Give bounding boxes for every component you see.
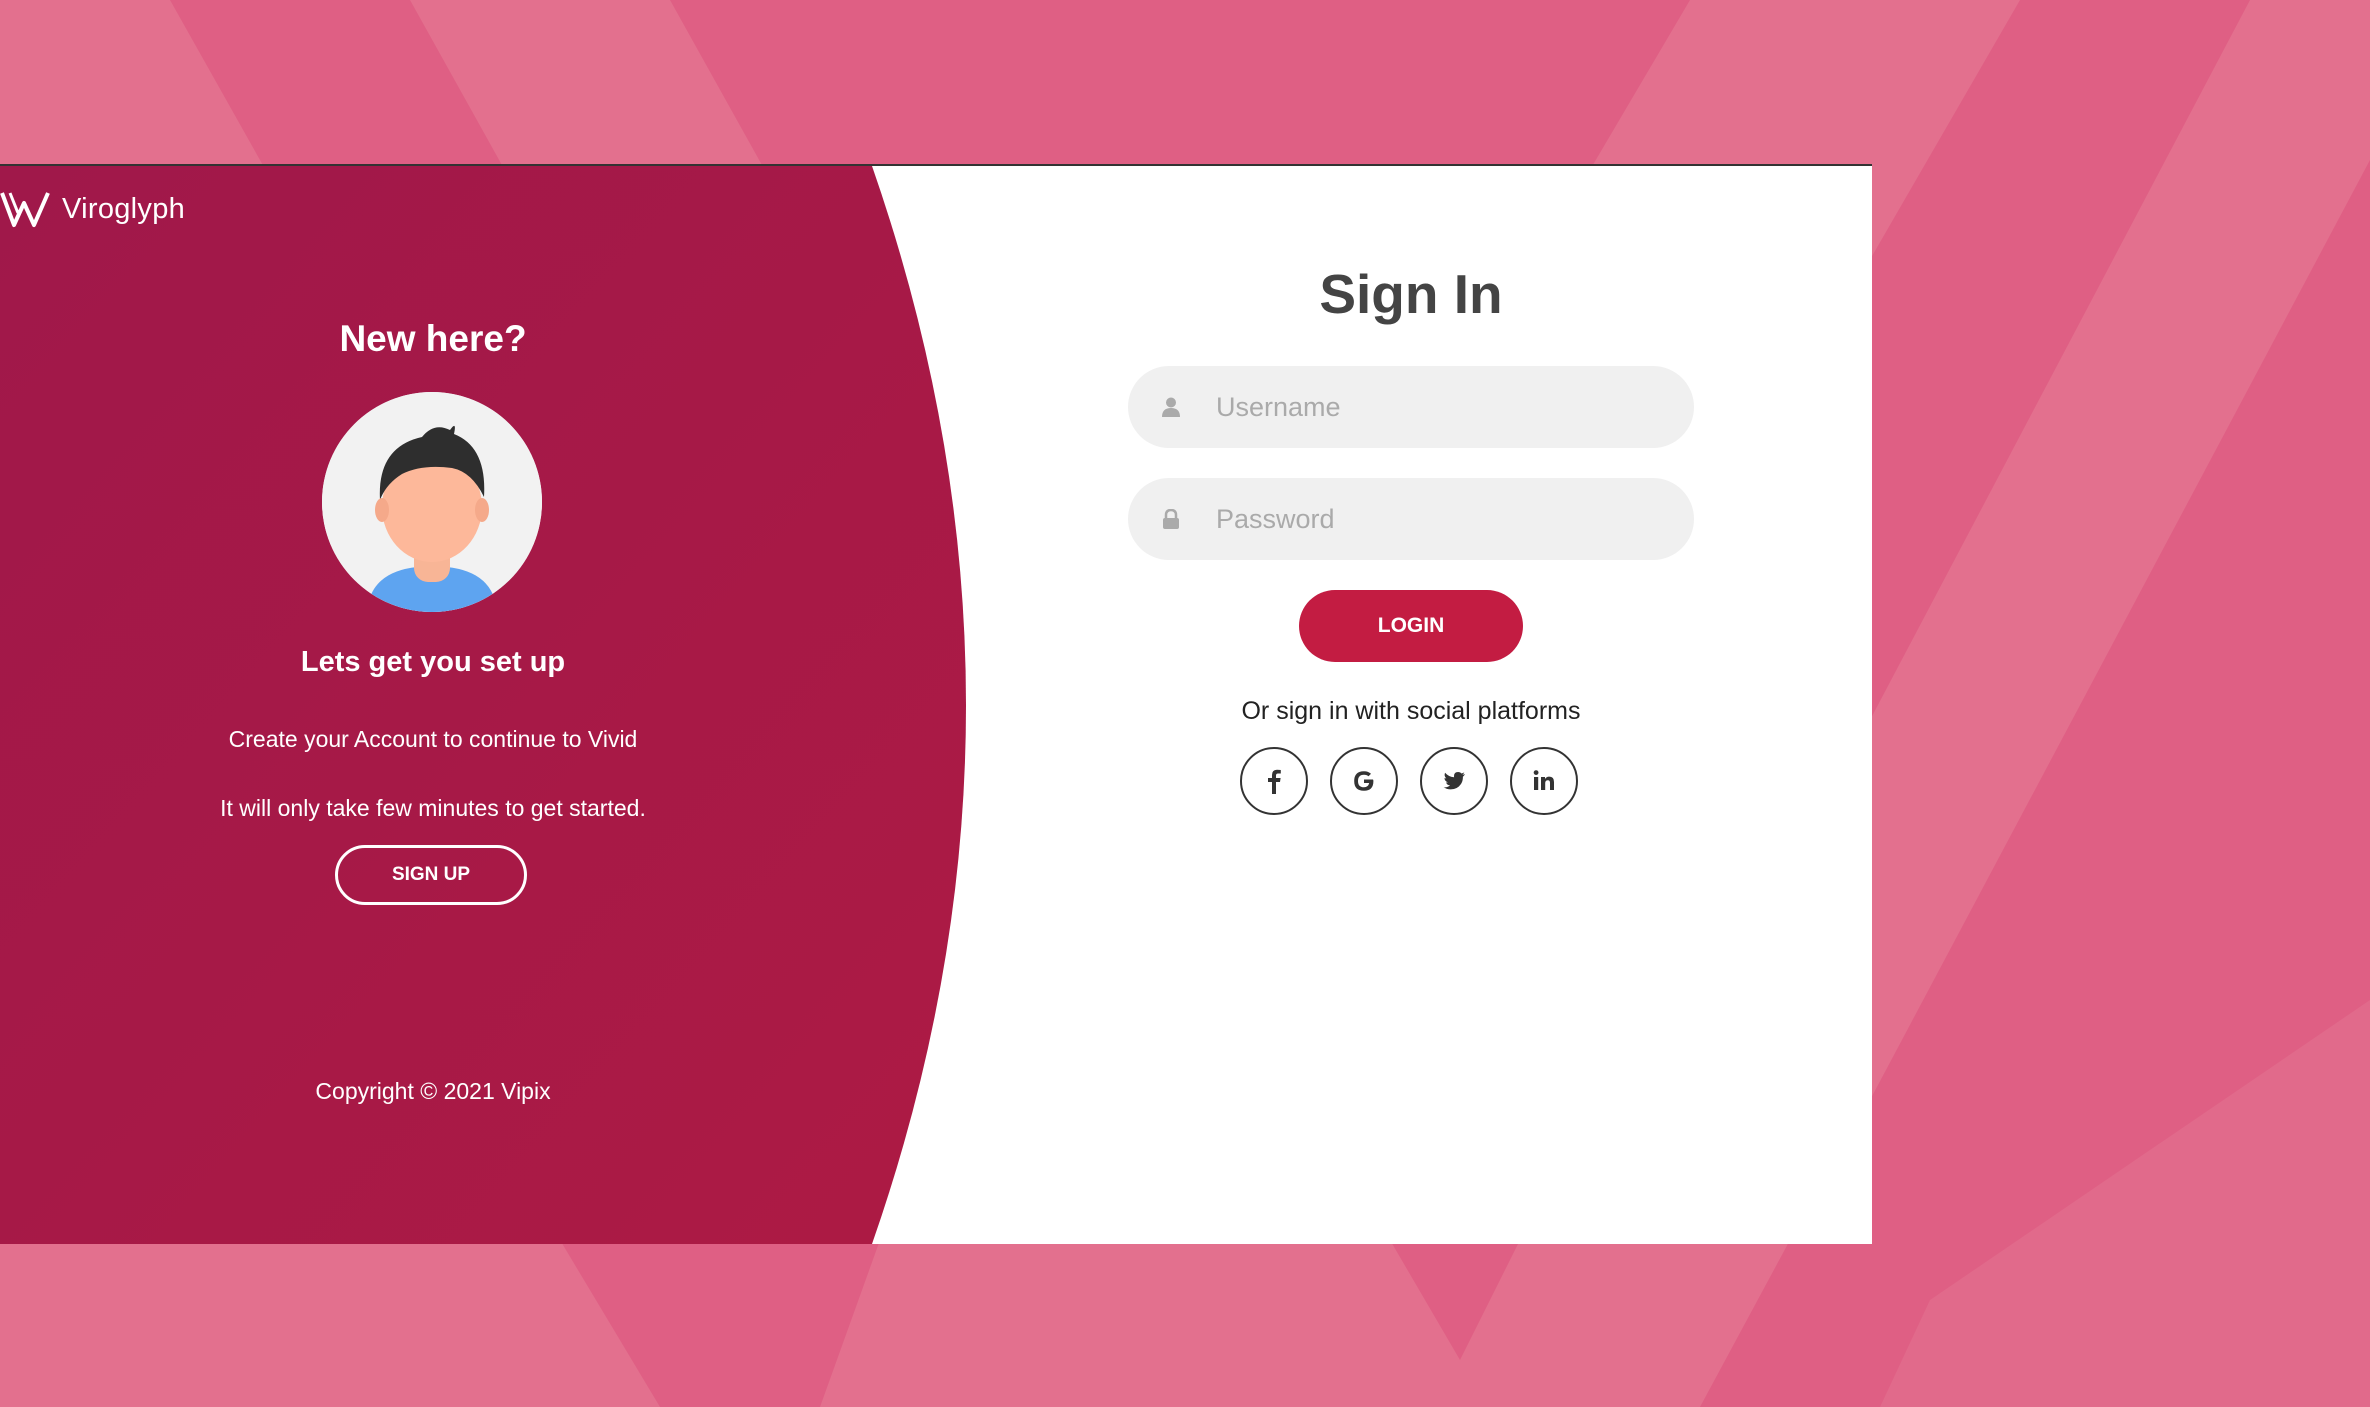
social-login-buttons xyxy=(1240,747,1578,815)
twitter-icon xyxy=(1443,772,1465,790)
promo-line-1: Create your Account to continue to Vivid xyxy=(228,726,638,752)
twitter-button[interactable] xyxy=(1420,747,1488,815)
google-button[interactable] xyxy=(1330,747,1398,815)
password-field[interactable] xyxy=(1128,478,1694,560)
copyright-text: Copyright © 2021 Vipix xyxy=(315,1078,551,1104)
promo-line-2: It will only take few minutes to get sta… xyxy=(220,795,646,821)
social-login-text: Or sign in with social platforms xyxy=(1241,697,1581,725)
facebook-icon xyxy=(1268,769,1281,794)
password-input[interactable] xyxy=(1214,502,1658,536)
signup-promo: New here? Lets get you set up Create you… xyxy=(0,166,866,1244)
new-here-heading: New here? xyxy=(339,318,527,359)
sign-in-title: Sign In xyxy=(1319,263,1503,325)
google-icon xyxy=(1354,771,1374,791)
linkedin-button[interactable] xyxy=(1510,747,1578,815)
avatar xyxy=(322,392,542,612)
login-button[interactable]: LOGIN xyxy=(1299,590,1523,662)
linkedin-icon xyxy=(1533,770,1554,790)
facebook-button[interactable] xyxy=(1240,747,1308,815)
auth-card: Viroglyph New here? Lets get you set up … xyxy=(0,164,1872,1244)
user-avatar-icon xyxy=(322,392,542,612)
username-field[interactable] xyxy=(1128,366,1694,448)
sign-up-button[interactable]: SIGN UP xyxy=(335,845,527,905)
user-icon xyxy=(1160,396,1182,418)
username-input[interactable] xyxy=(1214,390,1658,424)
lock-icon xyxy=(1160,508,1182,530)
setup-heading: Lets get you set up xyxy=(300,646,566,678)
